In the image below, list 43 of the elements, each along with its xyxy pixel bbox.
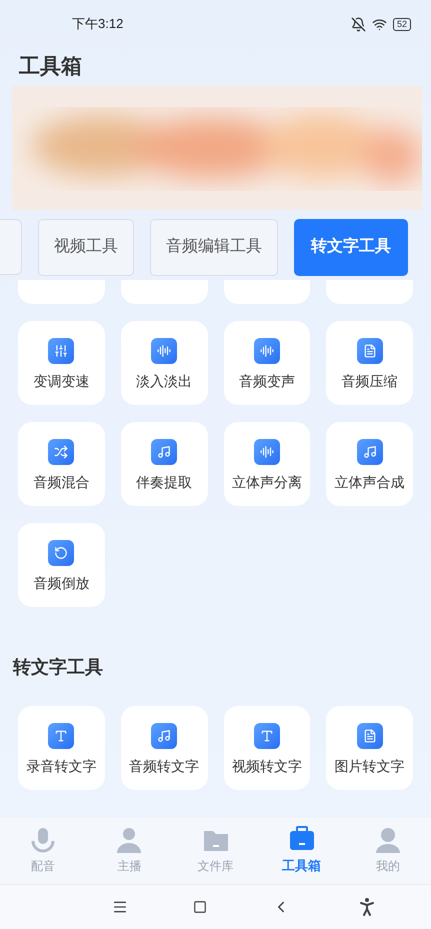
tool-card[interactable]: 立体声分离 xyxy=(224,422,310,506)
section-title: 转文字工具 xyxy=(13,656,103,679)
tool-card[interactable]: 音频倒放 xyxy=(18,523,105,607)
tool-card[interactable]: 录音转文字 xyxy=(18,706,105,790)
page-title: 工具箱 xyxy=(19,54,82,80)
tool-card[interactable]: 立体声合成 xyxy=(326,422,413,506)
tool-card[interactable]: 视频转文字 xyxy=(224,706,310,790)
music-note-icon xyxy=(151,723,178,749)
rotate-icon xyxy=(48,540,74,566)
tool-card[interactable]: 音频变声 xyxy=(224,321,310,405)
microphone-icon xyxy=(30,827,56,853)
status-time: 下午3:12 xyxy=(72,15,124,34)
tool-card[interactable]: 伴奏提取 xyxy=(120,422,208,506)
sliders-icon xyxy=(48,338,74,364)
tool-card[interactable]: 变调变速 xyxy=(18,321,105,405)
music-note-icon xyxy=(356,439,383,465)
user-icon xyxy=(374,827,401,853)
toolbox-icon xyxy=(288,826,315,852)
person-icon xyxy=(116,827,142,853)
category-tab[interactable]: 视频工具 xyxy=(38,218,134,276)
audio-wave-icon xyxy=(151,338,178,364)
tool-card[interactable]: 音频转文字 xyxy=(120,706,208,790)
home-icon[interactable] xyxy=(193,900,208,914)
menu-icon[interactable] xyxy=(112,899,128,915)
category-tab[interactable]: 音频编辑工具 xyxy=(150,218,278,276)
audio-wave-icon xyxy=(254,338,280,364)
document-icon xyxy=(356,723,383,749)
nav-tab[interactable]: 工具箱 xyxy=(258,826,345,876)
category-tab[interactable]: 转文字工具 xyxy=(294,218,408,276)
shuffle-icon xyxy=(48,439,74,465)
audio-wave-icon xyxy=(254,439,280,465)
document-icon xyxy=(356,338,383,364)
tab-edge[interactable] xyxy=(0,219,22,275)
tool-card[interactable]: 图片转文字 xyxy=(326,706,413,790)
music-note-icon xyxy=(151,439,178,465)
tool-card[interactable]: 淡入淡出 xyxy=(120,321,208,405)
text-icon xyxy=(254,723,280,749)
wifi-icon xyxy=(372,16,387,32)
battery-level: 52 xyxy=(392,18,411,30)
bell-off-icon xyxy=(350,16,366,32)
tool-card[interactable]: 音频压缩 xyxy=(326,321,413,405)
tool-card[interactable]: 音频混合 xyxy=(18,422,105,506)
text-icon xyxy=(48,723,74,749)
